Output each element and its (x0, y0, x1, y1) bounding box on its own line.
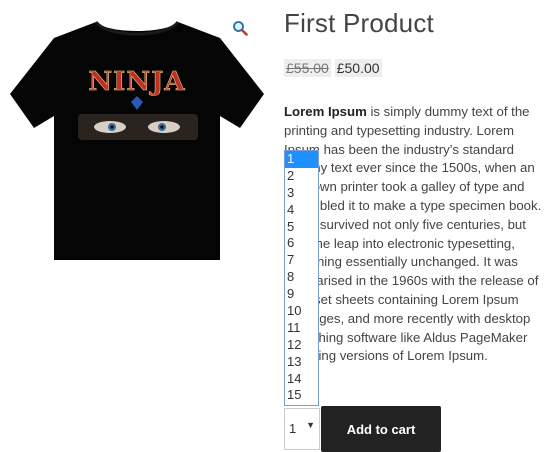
add-to-cart-button[interactable]: Add to cart (321, 406, 441, 452)
quantity-option[interactable]: 8 (285, 269, 318, 286)
quantity-select[interactable]: 1 ▼ (284, 408, 320, 450)
quantity-option[interactable]: 2 (285, 168, 318, 185)
quantity-option[interactable]: 14 (285, 371, 318, 388)
magnifier-icon[interactable] (232, 20, 248, 36)
description-lead: Lorem Ipsum (284, 104, 367, 119)
product-page: NINJA First Product £55.00 £50.00 Lorem … (0, 0, 558, 452)
quantity-option[interactable]: 9 (285, 286, 318, 303)
quantity-option[interactable]: 15 (285, 387, 318, 404)
sale-price: £50.00 (334, 59, 382, 77)
quantity-option[interactable]: 10 (285, 303, 318, 320)
quantity-option[interactable]: 12 (285, 337, 318, 354)
shirt-logo-text: NINJA (88, 67, 185, 97)
quantity-option[interactable]: 1 (285, 151, 318, 168)
description-text: is simply dummy text of the printing and… (284, 104, 542, 364)
quantity-option[interactable]: 7 (285, 252, 318, 269)
quantity-option[interactable]: 3 (285, 185, 318, 202)
quantity-options-list[interactable]: 1 2 3 4 5 6 7 8 9 10 11 12 13 14 15 (284, 150, 319, 406)
quantity-value: 1 (289, 421, 297, 436)
product-image[interactable]: NINJA (8, 16, 266, 264)
quantity-option[interactable]: 5 (285, 219, 318, 236)
quantity-option[interactable]: 6 (285, 235, 318, 252)
price: £55.00 £50.00 (284, 59, 382, 77)
quantity-option[interactable]: 4 (285, 202, 318, 219)
quantity-option[interactable]: 13 (285, 354, 318, 371)
quantity-option[interactable]: 11 (285, 320, 318, 337)
product-title: First Product (284, 8, 434, 38)
old-price: £55.00 (284, 59, 331, 77)
product-description: Lorem Ipsum is simply dummy text of the … (284, 103, 552, 366)
chevron-down-icon: ▼ (306, 420, 315, 430)
